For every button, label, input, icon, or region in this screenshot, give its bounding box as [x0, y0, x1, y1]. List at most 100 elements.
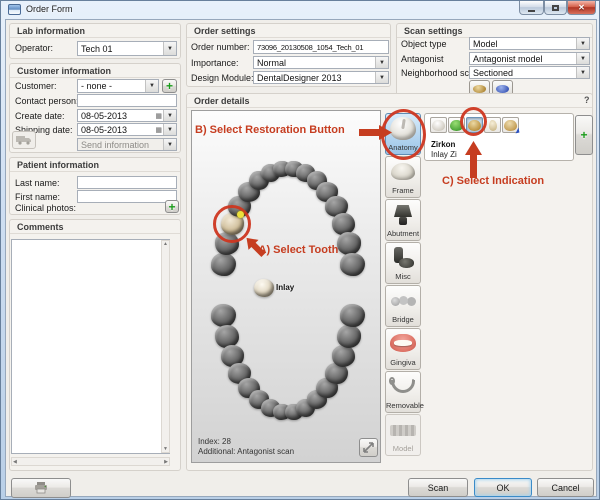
- comments-horizontal-scrollbar[interactable]: ◀▶: [11, 457, 170, 466]
- neighborhood-scan-select[interactable]: Sectioned▼: [469, 66, 590, 79]
- expand-icon: [362, 441, 375, 454]
- restoration-button-misc[interactable]: Misc: [385, 242, 421, 284]
- upper-tooth-15[interactable]: [337, 232, 361, 254]
- restoration-button-abutment[interactable]: Abutment: [385, 199, 421, 241]
- send-shipping-button[interactable]: [12, 131, 36, 149]
- scroll-down-icon[interactable]: ▼: [163, 446, 168, 452]
- indication-button-1[interactable]: [430, 117, 447, 133]
- calendar-icon[interactable]: ▦: [155, 126, 162, 134]
- calendar-icon[interactable]: ▦: [155, 112, 162, 120]
- printer-icon: [34, 482, 48, 494]
- restoration-button-removable[interactable]: Removable: [385, 371, 421, 413]
- annotation-a-label: A) Select Tooth: [259, 244, 339, 256]
- order-details-title: Order details: [194, 96, 250, 106]
- indication-name: Inlay Zi: [431, 150, 457, 159]
- importance-select[interactable]: Normal▼: [253, 56, 389, 69]
- operator-select[interactable]: Tech 01▼: [77, 41, 177, 56]
- object-type-label: Object type: [401, 39, 447, 49]
- plus-icon: +: [166, 81, 173, 91]
- chevron-down-icon[interactable]: ▼: [576, 38, 589, 49]
- print-button[interactable]: [11, 478, 71, 498]
- chevron-down-icon[interactable]: ▼: [163, 139, 176, 150]
- tooth-chart[interactable]: Inlay: [191, 110, 381, 463]
- last-name-label: Last name:: [15, 178, 60, 188]
- scroll-right-icon[interactable]: ▶: [164, 459, 168, 465]
- annotation-c-label: C) Select Indication: [442, 175, 544, 187]
- chevron-down-icon[interactable]: ▼: [576, 53, 589, 64]
- antagonist-label: Antagonist: [401, 54, 444, 64]
- chevron-down-icon[interactable]: ▼: [163, 124, 176, 135]
- customer-select[interactable]: - none -▼: [77, 79, 159, 93]
- lower-tooth-1[interactable]: [211, 304, 236, 327]
- help-link[interactable]: ?: [584, 95, 590, 105]
- first-name-input[interactable]: [77, 190, 177, 203]
- order-settings-title: Order settings: [194, 26, 256, 36]
- restoration-button-model[interactable]: Model: [385, 414, 421, 456]
- restoration-button-label: Removable: [386, 401, 420, 410]
- restoration-button-frame[interactable]: Frame: [385, 156, 421, 198]
- plus-icon: +: [168, 202, 175, 212]
- lower-tooth-16[interactable]: [340, 304, 365, 327]
- title-bar[interactable]: Order Form ✕: [1, 1, 599, 19]
- upper-jaw-icon: [473, 85, 486, 93]
- antagonist-select[interactable]: Antagonist model▼: [469, 52, 590, 65]
- indication-button-5[interactable]: [502, 117, 519, 133]
- chevron-down-icon[interactable]: ▼: [375, 72, 388, 83]
- onlay-indication-icon: [504, 120, 517, 131]
- minimize-icon: [528, 10, 535, 12]
- upper-tooth-16[interactable]: [340, 253, 365, 276]
- add-clinical-photo-button[interactable]: +: [165, 200, 179, 213]
- design-module-label: Design Module:: [191, 73, 254, 83]
- cancel-button[interactable]: Cancel: [537, 478, 594, 497]
- chevron-down-icon[interactable]: ▼: [375, 57, 388, 68]
- ok-button[interactable]: OK: [474, 478, 532, 497]
- annotation-ring-selected-tooth: [213, 205, 251, 243]
- scan-button[interactable]: Scan: [408, 478, 468, 497]
- annotation-ring-indication: [460, 107, 487, 136]
- restoration-button-label: Gingiva: [386, 358, 420, 367]
- chevron-down-icon[interactable]: ▼: [145, 80, 158, 92]
- scroll-left-icon[interactable]: ◀: [13, 459, 17, 465]
- add-restoration-button[interactable]: +: [575, 115, 593, 155]
- customer-information-title: Customer information: [17, 66, 111, 76]
- restoration-button-label: Misc: [386, 272, 420, 281]
- lower-tooth-14[interactable]: [332, 345, 356, 367]
- close-button[interactable]: ✕: [567, 1, 596, 15]
- send-information-select[interactable]: Send information▼: [77, 138, 177, 151]
- restoration-button-gingiva[interactable]: Gingiva: [385, 328, 421, 370]
- restoration-button-label: Frame: [386, 186, 420, 195]
- restoration-button-bridge[interactable]: Bridge: [385, 285, 421, 327]
- neighborhood-scan-label: Neighborhood scan: [401, 68, 479, 78]
- maximize-button[interactable]: [544, 1, 567, 15]
- contact-person-input[interactable]: [77, 94, 177, 107]
- first-name-label: First name:: [15, 192, 60, 202]
- chevron-down-icon[interactable]: ▼: [576, 67, 589, 78]
- inlay-restoration-tooth[interactable]: [254, 279, 274, 297]
- comments-textarea[interactable]: [11, 239, 170, 454]
- lab-information-title: Lab information: [17, 26, 85, 36]
- scroll-up-icon[interactable]: ▲: [163, 241, 168, 247]
- removable-icon: [388, 374, 418, 400]
- shipping-date-input[interactable]: 08-05-2013▦▼: [77, 123, 177, 136]
- comments-vertical-scrollbar[interactable]: ▲▼: [161, 240, 170, 453]
- restoration-button-label: Abutment: [386, 229, 420, 238]
- order-number-input[interactable]: 73096_20130508_1054_Tech_01: [253, 40, 389, 54]
- close-icon: ✕: [578, 3, 585, 12]
- lower-jaw-icon: [496, 85, 509, 93]
- object-type-select[interactable]: Model▼: [469, 37, 590, 50]
- design-module-select[interactable]: DentalDesigner 2013▼: [253, 71, 389, 84]
- minimize-button[interactable]: [519, 1, 544, 15]
- add-customer-button[interactable]: +: [162, 79, 177, 93]
- importance-label: Importance:: [191, 58, 239, 68]
- lower-tooth-15[interactable]: [337, 325, 361, 347]
- chevron-down-icon[interactable]: ▼: [163, 110, 176, 121]
- upper-tooth-1[interactable]: [211, 253, 236, 276]
- model-icon: [388, 417, 418, 443]
- veneer-indication-icon: [489, 120, 497, 131]
- crown-indication-icon: [432, 120, 445, 131]
- last-name-input[interactable]: [77, 176, 177, 189]
- chevron-down-icon[interactable]: ▼: [163, 42, 176, 55]
- create-date-input[interactable]: 08-05-2013▦▼: [77, 109, 177, 122]
- expand-view-button[interactable]: [359, 438, 378, 457]
- lower-tooth-2[interactable]: [215, 325, 239, 347]
